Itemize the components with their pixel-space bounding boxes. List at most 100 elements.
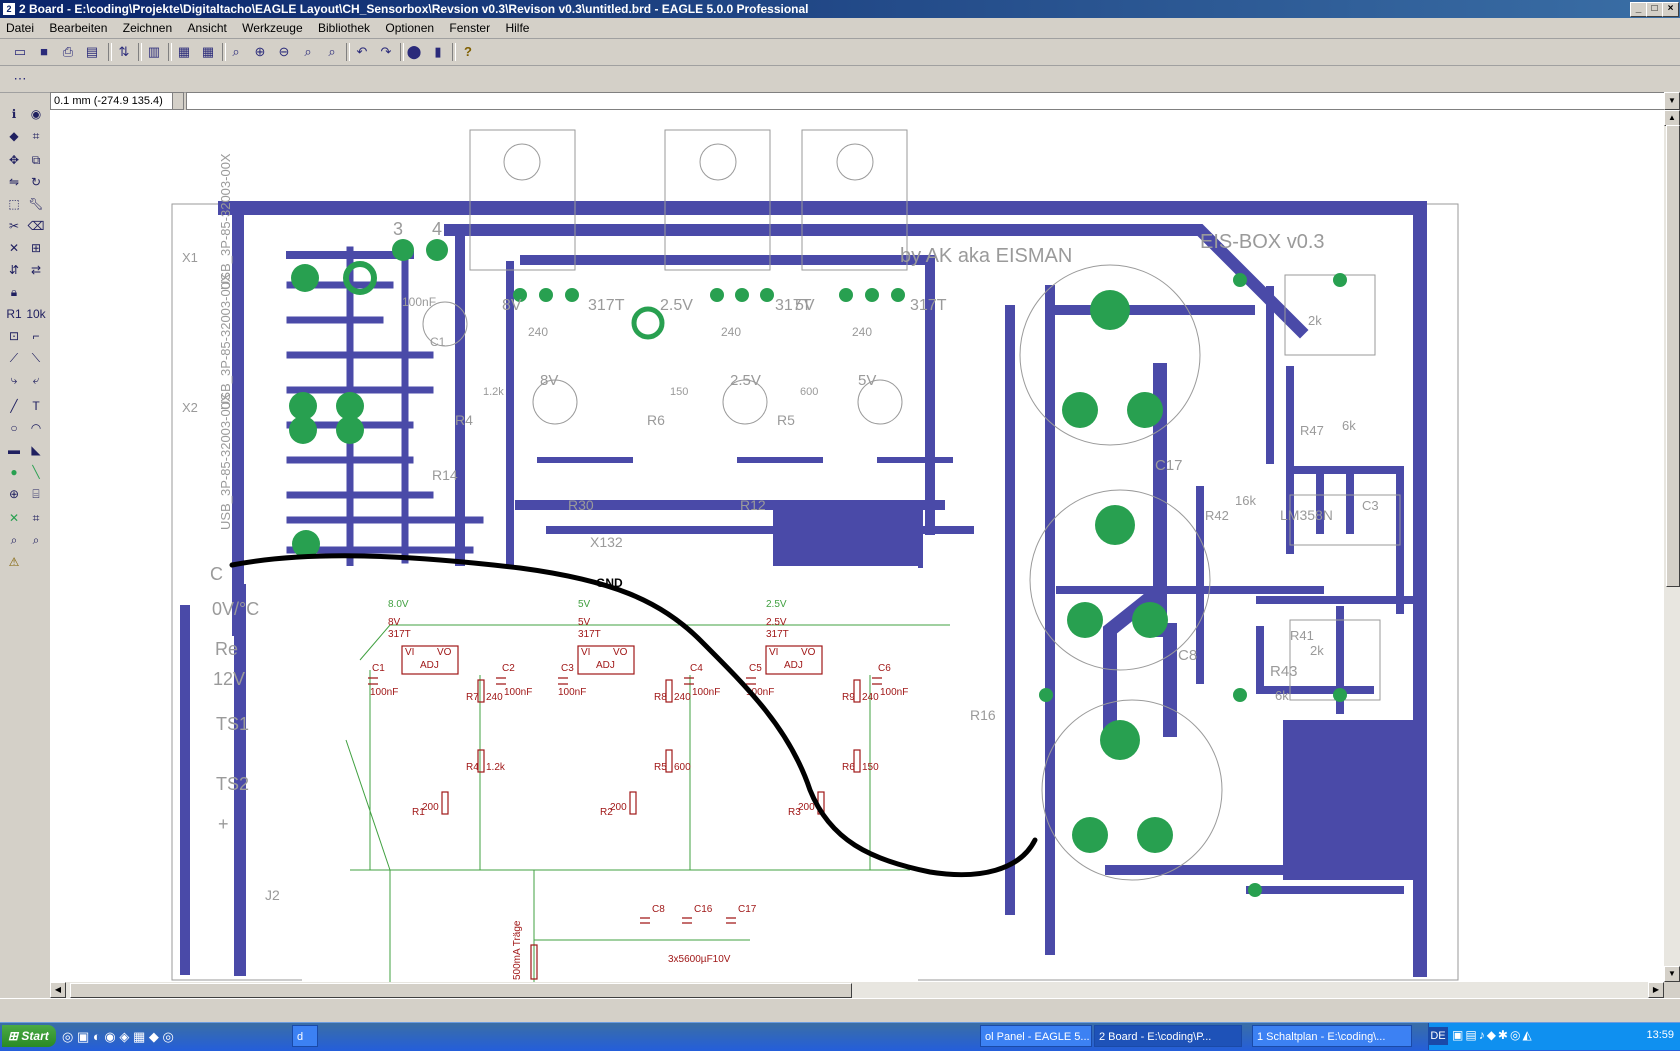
menu-werkzeuge[interactable]: Werkzeuge (236, 18, 308, 38)
autorouter-icon[interactable]: ⌗ (26, 508, 46, 528)
vertical-scroll-thumb[interactable] (1666, 125, 1680, 587)
paste-icon[interactable]: ✂ (4, 216, 24, 236)
app3-icon[interactable]: ◆ (149, 1029, 159, 1044)
task-button-board[interactable]: 2 Board - E:\coding\P... (1094, 1025, 1242, 1047)
ie-icon[interactable]: ◎ (62, 1029, 73, 1044)
group-icon[interactable]: ⬚ (4, 194, 24, 214)
cmd-toggle[interactable] (172, 92, 184, 110)
route-icon[interactable]: ⤷ (4, 370, 24, 390)
menu-ansicht[interactable]: Ansicht (181, 18, 232, 38)
delete-icon[interactable]: ⌫ (26, 216, 46, 236)
menu-bibliothek[interactable]: Bibliothek (312, 18, 376, 38)
signal-icon[interactable]: ╲ (26, 462, 46, 482)
media-icon[interactable]: ◐ (93, 1029, 101, 1044)
redo-icon[interactable]: ↷ (376, 42, 396, 62)
rotate-icon[interactable]: ↻ (26, 172, 46, 192)
ripup-icon[interactable]: ⤶ (26, 370, 46, 390)
board-canvas[interactable]: EIS-BOX v0.3 by AK aka EISMAN USB_3P-85-… (50, 110, 1664, 982)
tray-app-icon[interactable]: ◎ (1510, 1028, 1522, 1042)
miter-icon[interactable]: ⌐ (26, 326, 46, 346)
split-icon[interactable]: ⟋ (4, 348, 24, 368)
redraw-icon[interactable]: ⌕ (298, 42, 318, 62)
name-icon[interactable]: R1 (4, 304, 24, 324)
arc-icon[interactable]: ◠ (26, 418, 46, 438)
stop-icon[interactable]: ⬤ (404, 42, 424, 62)
info-icon[interactable]: ℹ (4, 104, 24, 124)
optimize-icon[interactable]: ⟍ (26, 348, 46, 368)
switch-schematic-icon[interactable]: ⇅ (114, 42, 134, 62)
menu-fenster[interactable]: Fenster (443, 18, 496, 38)
command-line-input[interactable] (186, 92, 1666, 110)
close-button[interactable]: × (1662, 2, 1679, 17)
save-icon[interactable]: ■ (34, 42, 54, 62)
circle-icon[interactable]: ○ (4, 418, 24, 438)
attribute-icon[interactable]: ⌸ (26, 484, 46, 504)
start-button[interactable]: ⊞ Start (2, 1025, 56, 1047)
scroll-up-arrow-icon[interactable]: ▲ (1664, 110, 1680, 126)
app1-icon[interactable]: ◈ (119, 1029, 129, 1044)
task-button-2[interactable]: ol Panel - EAGLE 5... (980, 1025, 1092, 1047)
zoom-select-icon[interactable]: ⌕ (322, 42, 342, 62)
firefox-icon[interactable]: ◉ (104, 1029, 115, 1044)
change-icon[interactable]: 🔧︎ (26, 194, 46, 214)
erc-icon[interactable]: ⚠ (4, 552, 24, 572)
excel-icon[interactable]: ▣ (77, 1029, 89, 1044)
hole-icon[interactable]: ⊕ (4, 484, 24, 504)
task-button-schematic[interactable]: 1 Schaltplan - E:\coding\... (1252, 1025, 1412, 1047)
menu-bearbeiten[interactable]: Bearbeiten (43, 18, 113, 38)
horizontal-scroll-thumb[interactable] (70, 983, 852, 998)
help-icon[interactable]: ? (458, 42, 478, 62)
cut-icon[interactable]: ✕ (4, 238, 24, 258)
ratsnest-icon[interactable]: ✕ (4, 508, 24, 528)
via-icon[interactable]: ● (4, 462, 24, 482)
move-icon[interactable]: ✥ (4, 150, 24, 170)
display-icon[interactable]: ◆ (4, 126, 24, 146)
text-icon[interactable]: T (26, 396, 46, 416)
value-icon[interactable]: 10k (26, 304, 46, 324)
menu-datei[interactable]: Datei (0, 18, 40, 38)
copy-icon[interactable]: ⧉ (26, 150, 46, 170)
grid-icon[interactable]: ⋯ (10, 69, 30, 89)
wire-icon[interactable]: ╱ (4, 396, 24, 416)
polygon-icon[interactable]: ◣ (26, 440, 46, 460)
pinswap-icon[interactable]: ⇵ (4, 260, 24, 280)
library-icon[interactable]: ▥ (144, 42, 164, 62)
cam-icon[interactable]: ▤ (82, 42, 102, 62)
network-icon[interactable]: ▣ (1452, 1028, 1465, 1042)
menu-hilfe[interactable]: Hilfe (499, 18, 535, 38)
language-indicator[interactable]: DE (1428, 1027, 1448, 1045)
add-icon[interactable]: ⊞ (26, 238, 46, 258)
task-button-1[interactable]: d (292, 1025, 318, 1047)
errors-icon[interactable]: ⌕ (26, 530, 46, 550)
wifi-icon[interactable]: ◭ (1522, 1028, 1533, 1042)
command-history-arrow-icon[interactable]: ▼ (1664, 92, 1680, 110)
scroll-right-arrow-icon[interactable]: ▶ (1648, 982, 1664, 998)
lock-icon[interactable]: 🔒︎ (4, 282, 24, 302)
zoom-fit-icon[interactable]: ⌕ (226, 42, 246, 62)
menu-optionen[interactable]: Optionen (379, 18, 440, 38)
volume-icon[interactable]: ♪ (1479, 1028, 1487, 1042)
show-icon[interactable]: ◉ (26, 104, 46, 124)
replace-icon[interactable]: ⇄ (26, 260, 46, 280)
scroll-down-arrow-icon[interactable]: ▼ (1664, 966, 1680, 982)
script-icon[interactable]: ▦ (174, 42, 194, 62)
mirror-icon[interactable]: ⇋ (4, 172, 24, 192)
app2-icon[interactable]: ▦ (133, 1029, 145, 1044)
zoom-in-icon[interactable]: ⊕ (250, 42, 270, 62)
open-icon[interactable]: ▭ (10, 42, 30, 62)
undo-icon[interactable]: ↶ (352, 42, 372, 62)
minimize-button[interactable]: _ (1630, 2, 1647, 17)
zoom-out-icon[interactable]: ⊖ (274, 42, 294, 62)
go-icon[interactable]: ▮ (428, 42, 448, 62)
monitor-icon[interactable]: ▤ (1465, 1028, 1478, 1042)
bluetooth-icon[interactable]: ✱ (1498, 1028, 1510, 1042)
run-ulp-icon[interactable]: ▦ (198, 42, 218, 62)
app4-icon[interactable]: ◎ (163, 1029, 174, 1044)
smash-icon[interactable]: ⊡ (4, 326, 24, 346)
print-icon[interactable]: ⎙ (58, 42, 78, 62)
antivirus-icon[interactable]: ◆ (1487, 1028, 1498, 1042)
scroll-left-arrow-icon[interactable]: ◀ (50, 982, 66, 998)
maximize-button[interactable]: □ (1646, 2, 1663, 17)
rect-icon[interactable]: ▬ (4, 440, 24, 460)
menu-zeichnen[interactable]: Zeichnen (117, 18, 178, 38)
